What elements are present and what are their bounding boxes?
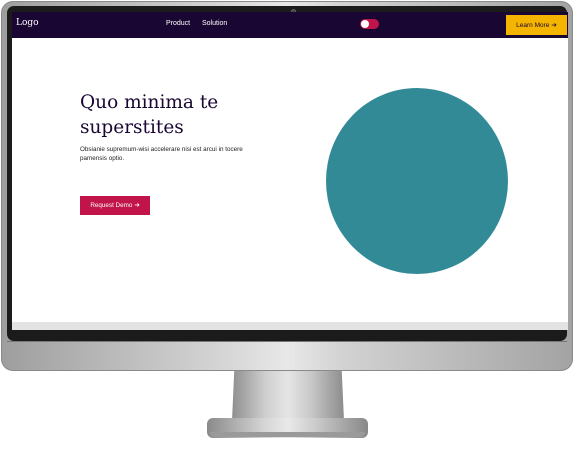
theme-toggle[interactable] (360, 19, 379, 29)
next-section-strip (12, 322, 568, 330)
monitor-frame: Logo Product Solution Learn More ➔ Quo m… (1, 1, 573, 371)
hero-description: Obsianie supremum-wisi accelerare nisi e… (80, 146, 243, 162)
hero-title: Quo minima te superstites (80, 92, 219, 138)
logo[interactable]: Logo (16, 18, 39, 28)
nav-link-solution[interactable]: Solution (202, 20, 227, 27)
arrow-right-icon: ➔ (134, 202, 140, 209)
request-demo-button[interactable]: Request Demo ➔ (80, 196, 150, 215)
learn-more-button[interactable]: Learn More ➔ (506, 15, 567, 35)
monitor-chin-divider (7, 341, 567, 342)
monitor-stand-neck (232, 371, 344, 421)
navbar: Logo Product Solution Learn More ➔ (12, 12, 568, 38)
toggle-knob (361, 20, 369, 28)
arrow-right-icon: ➔ (551, 22, 557, 29)
nav-link-product[interactable]: Product (166, 20, 190, 27)
hero-circle-graphic (326, 88, 508, 274)
monitor-stand-base-edge (210, 432, 365, 437)
screen: Logo Product Solution Learn More ➔ Quo m… (12, 12, 568, 330)
learn-more-label: Learn More (516, 21, 550, 29)
request-demo-label: Request Demo (90, 202, 133, 209)
